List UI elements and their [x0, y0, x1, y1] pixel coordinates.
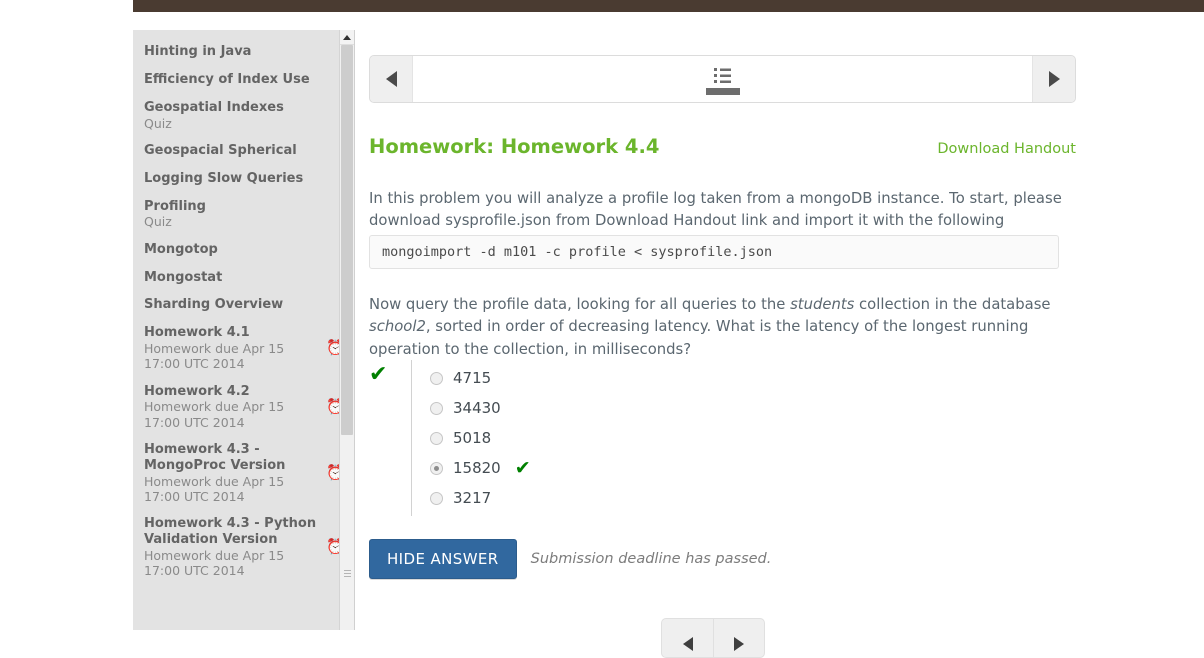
sidebar-item-geospatial-indexes[interactable]: Geospatial Indexes Quiz	[133, 94, 354, 137]
sidebar-item-title: Mongostat	[144, 269, 223, 285]
sidebar-item-title: Geospatial Indexes	[144, 99, 284, 115]
scrollbar-up-arrow-icon[interactable]	[340, 30, 354, 45]
sidebar-item-subtitle: Homework due Apr 15 17:00 UTC 2014	[144, 473, 285, 504]
question-segment-3: , sorted in order of decreasing latency.…	[369, 318, 1029, 358]
sidebar-item-title: Homework 4.3 - Python Validation Version	[144, 516, 317, 548]
radio-icon[interactable]	[430, 401, 443, 415]
sidebar-item-geospacial-spherical[interactable]: Geospacial Spherical	[133, 137, 354, 165]
sidebar-item-logging-slow-queries[interactable]: Logging Slow Queries	[133, 165, 354, 193]
choice-check-icon: ✔	[514, 456, 531, 479]
chevron-left-icon	[682, 637, 693, 651]
choice-label: 15820	[453, 459, 501, 477]
scrollbar-grip-icon	[344, 570, 351, 577]
mongoimport-command-block: mongoimport -d m101 -c profile < sysprof…	[369, 235, 1059, 269]
sidebar-item-profiling[interactable]: Profiling Quiz	[133, 193, 354, 236]
choice-label: 34430	[453, 399, 501, 417]
radio-icon[interactable]	[430, 491, 443, 505]
sidebar-scrollbar[interactable]	[339, 30, 354, 630]
sidebar-item-title: Profiling	[144, 198, 206, 214]
choice-option-4715[interactable]: 4715	[412, 363, 869, 393]
choice-label: 4715	[453, 369, 492, 387]
question-emphasis-students: students	[790, 296, 855, 313]
sidebar-item-title: Mongotop	[144, 241, 218, 257]
scrollbar-thumb[interactable]	[341, 45, 353, 435]
choice-label: 5018	[453, 429, 492, 447]
chevron-right-icon	[734, 637, 744, 651]
sidebar-item-hinting-in-java[interactable]: Hinting in Java	[133, 38, 354, 66]
choice-option-34430[interactable]: 34430	[412, 393, 869, 423]
sidebar-item-title: Hinting in Java	[144, 44, 252, 59]
choice-label: 3217	[453, 489, 492, 507]
sidebar-item-title: Logging Slow Queries	[144, 170, 304, 186]
sidebar-item-title: Efficiency of Index Use	[144, 71, 310, 87]
submission-deadline-note: Submission deadline has passed.	[530, 551, 772, 567]
question-segment-1: Now query the profile data, looking for …	[369, 296, 791, 313]
courseware-sidebar: Hinting in Java Efficiency of Index Use …	[133, 30, 355, 630]
choice-option-3217[interactable]: 3217	[412, 483, 869, 513]
radio-icon[interactable]	[430, 461, 443, 475]
answer-action-row: HIDE ANSWER Submission deadline has pass…	[369, 539, 771, 579]
radio-icon[interactable]	[430, 371, 443, 385]
command-text: mongoimport -d m101 -c profile < sysprof…	[382, 244, 773, 260]
sidebar-item-subtitle: Homework due Apr 15 17:00 UTC 2014	[144, 341, 285, 372]
site-topbar: M101P: MongoDB for Developers Courseware…	[133, 0, 1204, 12]
sidebar-item-title: Homework 4.2	[144, 383, 250, 399]
topbar-left-spacer	[0, 0, 133, 12]
radio-icon[interactable]	[430, 431, 443, 445]
sidebar-item-list: Hinting in Java Efficiency of Index Use …	[133, 30, 354, 584]
sidebar-item-homework-4-3-mongoproc[interactable]: Homework 4.3 - MongoProc Version Homewor…	[133, 436, 354, 510]
sidebar-item-mongostat[interactable]: Mongostat	[133, 264, 354, 292]
sidebar-item-subtitle: Homework due Apr 15 17:00 UTC 2014	[144, 399, 285, 430]
sidebar-item-efficiency-of-index-use[interactable]: Efficiency of Index Use	[133, 66, 354, 94]
sidebar-item-title: Sharding Overview	[144, 297, 284, 313]
sidebar-item-homework-4-1[interactable]: Homework 4.1 Homework due Apr 15 17:00 U…	[133, 319, 354, 377]
sequence-prev-button[interactable]	[370, 56, 412, 102]
question-emphasis-school2: school2	[369, 318, 426, 336]
sidebar-item-subtitle: Quiz	[144, 115, 172, 131]
sidebar-item-title: Geospacial Spherical	[144, 142, 297, 158]
choice-option-15820[interactable]: 15820 ✔	[412, 453, 869, 483]
sidebar-item-title: Homework 4.3 - MongoProc Version	[144, 441, 286, 473]
sidebar-item-homework-4-2[interactable]: Homework 4.2 Homework due Apr 15 17:00 U…	[133, 378, 354, 436]
sidebar-item-subtitle: Homework due Apr 15 17:00 UTC 2014	[144, 547, 285, 579]
download-handout-link[interactable]: Download Handout	[937, 141, 1076, 157]
page-title: Homework: Homework 4.4	[369, 135, 660, 158]
chevron-right-icon	[1048, 71, 1060, 87]
problem-list-icon	[714, 67, 731, 83]
bottom-next-button[interactable]	[713, 618, 765, 658]
answer-choices: ✔ 4715 34430 5018 15820 ✔ 3217	[369, 360, 869, 516]
sequence-nav	[369, 55, 1076, 103]
page-body: Hinting in Java Efficiency of Index Use …	[0, 12, 1204, 658]
sidebar-item-subtitle: Quiz	[144, 214, 172, 230]
chevron-left-icon	[385, 71, 397, 87]
sidebar-item-homework-4-3-python[interactable]: Homework 4.3 - Python Validation Version…	[133, 510, 354, 584]
sequence-track	[412, 56, 1033, 102]
choice-list: 4715 34430 5018 15820 ✔ 3217	[411, 360, 869, 516]
choice-option-5018[interactable]: 5018	[412, 423, 869, 453]
sidebar-item-sharding-overview[interactable]: Sharding Overview	[133, 291, 354, 319]
sidebar-item-mongotop[interactable]: Mongotop	[133, 236, 354, 264]
bottom-prev-button[interactable]	[661, 618, 713, 658]
sequence-tab-problem[interactable]	[705, 64, 740, 95]
problem-question-text: Now query the profile data, looking for …	[369, 294, 1069, 361]
sequence-next-button[interactable]	[1033, 56, 1075, 102]
bottom-sequence-nav	[661, 618, 765, 658]
hide-answer-button[interactable]: HIDE ANSWER	[369, 539, 517, 579]
homework-header: Homework: Homework 4.4 Download Handout	[369, 135, 1076, 158]
sequence-tab-active-indicator	[705, 87, 740, 95]
courseware-content: Homework: Homework 4.4 Download Handout …	[356, 30, 1204, 658]
answer-correct-indicator-icon: ✔	[369, 362, 388, 387]
sidebar-item-title: Homework 4.1	[144, 325, 250, 341]
question-segment-2: collection in the database	[854, 296, 1051, 313]
